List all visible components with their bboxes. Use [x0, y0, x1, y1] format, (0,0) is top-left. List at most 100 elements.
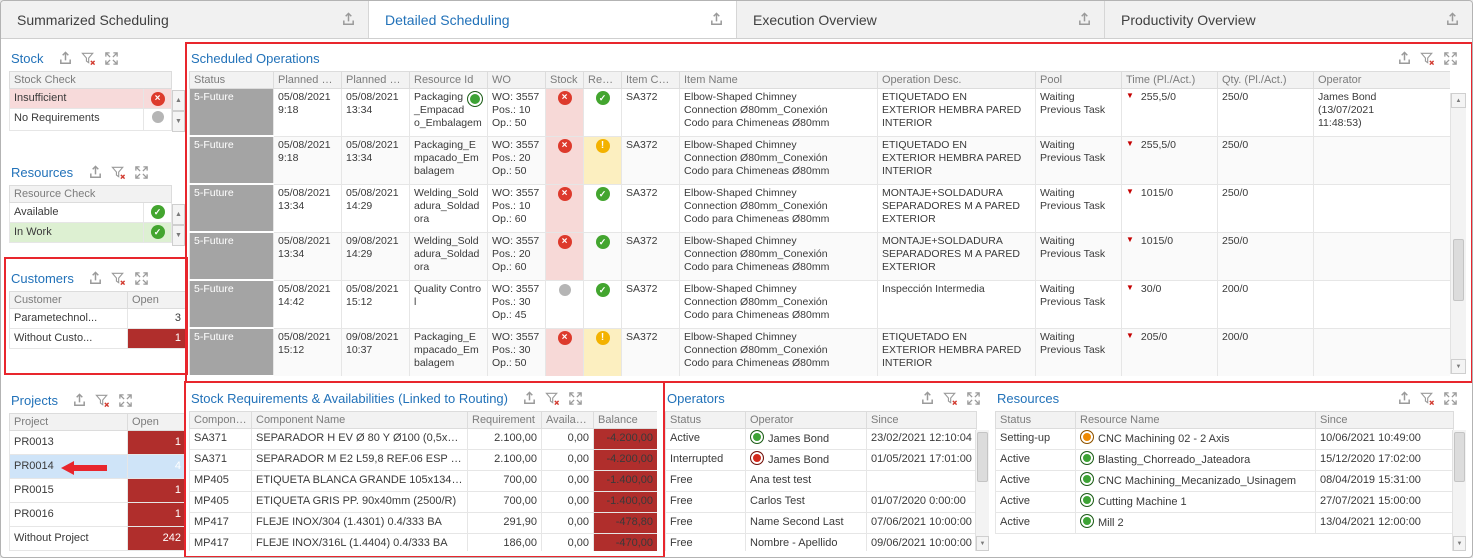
filter-icon[interactable] — [545, 390, 561, 406]
scroll-down-button[interactable] — [1453, 536, 1466, 551]
maximize-icon[interactable] — [134, 270, 150, 286]
projects-table: Project Open PR0013 1 PR0014 4 — [9, 413, 185, 551]
maximize-icon[interactable] — [118, 392, 134, 408]
stock-req-row[interactable]: MP417 FLEJE INOX/316L (1.4404) 0.4/333 B… — [190, 534, 658, 552]
filter-icon[interactable] — [942, 390, 958, 406]
maximize-icon[interactable] — [965, 390, 981, 406]
operation-row[interactable]: 5-Future 05/08/2021 9:18 05/08/2021 13:3… — [190, 136, 1451, 184]
operation-row[interactable]: 5-Future 05/08/2021 9:18 05/08/2021 13:3… — [190, 89, 1451, 137]
project-row[interactable]: PR0014 4 — [10, 455, 186, 479]
stock-check-row[interactable]: No Requirements — [10, 109, 172, 131]
stock-check-row[interactable]: Insufficient — [10, 89, 172, 109]
resource-row[interactable]: Active Cutting Machine 1 27/07/2021 15:0… — [996, 492, 1454, 513]
resource-check-row[interactable]: Available — [10, 203, 172, 223]
project-open-count: 242 — [128, 527, 186, 551]
component-code: MP417 — [190, 513, 252, 534]
export-icon[interactable] — [88, 270, 104, 286]
scroll-thumb[interactable] — [1454, 432, 1465, 482]
resource-row[interactable]: Setting-up CNC Machining 02 - 2 Axis 10/… — [996, 429, 1454, 450]
maximize-icon[interactable] — [133, 164, 149, 180]
operator-row[interactable]: Free Carlos Test 01/07/2020 0:00:00 — [666, 492, 977, 513]
export-icon[interactable] — [87, 164, 103, 180]
filter-icon[interactable] — [1419, 390, 1435, 406]
operation-row[interactable]: 5-Future 05/08/2021 15:12 09/08/2021 10:… — [190, 328, 1451, 376]
scroll-thumb[interactable] — [1453, 239, 1464, 301]
tab[interactable]: Execution Overview — [737, 1, 1105, 38]
operation-resource-id: Welding_Soldadura_Soldadora — [410, 184, 488, 232]
project-row[interactable]: PR0015 1 — [10, 479, 186, 503]
project-row[interactable]: PR0013 1 — [10, 431, 186, 455]
operator-row[interactable]: Interrupted James Bond 01/05/2021 17:01:… — [666, 450, 977, 471]
stock-req-row[interactable]: MP405 ETIQUETA GRIS PP. 90x40mm (2500/R)… — [190, 492, 658, 513]
operation-row[interactable]: 5-Future 05/08/2021 14:42 05/08/2021 15:… — [190, 280, 1451, 328]
filter-icon[interactable] — [110, 164, 126, 180]
operator-name: Nombre - Apellido — [750, 537, 837, 549]
scroll-down-button[interactable] — [976, 536, 989, 551]
project-row[interactable]: PR0016 1 — [10, 503, 186, 527]
scrollbar[interactable] — [1450, 93, 1466, 374]
scroll-down-button[interactable] — [172, 111, 185, 132]
scrollbar[interactable] — [172, 90, 185, 134]
export-icon[interactable] — [72, 392, 88, 408]
export-icon[interactable] — [708, 12, 724, 28]
export-icon[interactable] — [58, 50, 74, 66]
export-icon[interactable] — [1444, 12, 1460, 28]
operation-planned-start: 05/08/2021 9:18 — [274, 89, 342, 137]
tab[interactable]: Productivity Overview — [1105, 1, 1472, 38]
operator-row[interactable]: Free Nombre - Apellido 09/06/2021 10:00:… — [666, 534, 977, 552]
resource-status-icon — [1080, 472, 1094, 486]
maximize-icon[interactable] — [1442, 390, 1458, 406]
stock-req-row[interactable]: MP405 ETIQUETA BLANCA GRANDE 105x134 mm.… — [190, 471, 658, 492]
scroll-up-button[interactable] — [1451, 93, 1466, 108]
operation-row[interactable]: 5-Future 05/08/2021 13:34 05/08/2021 14:… — [190, 184, 1451, 232]
export-icon[interactable] — [1076, 12, 1092, 28]
export-icon[interactable] — [522, 390, 538, 406]
maximize-icon[interactable] — [104, 50, 120, 66]
tab[interactable]: Summarized Scheduling — [1, 1, 369, 38]
stock-panel: Stock Stock Check Insufficient No — [9, 45, 185, 141]
resource-since: 27/07/2021 15:00:00 — [1316, 492, 1454, 513]
operation-time: 1015/0 — [1122, 232, 1218, 280]
tab-label: Detailed Scheduling — [385, 12, 510, 28]
resource-row[interactable]: Active CNC Machining_Mecanizado_Usinagem… — [996, 471, 1454, 492]
resource-row[interactable]: Active Blasting_Chorreado_Jateadora 15/1… — [996, 450, 1454, 471]
filter-icon[interactable] — [95, 392, 111, 408]
resource-name: CNC Machining_Mecanizado_Usinagem — [1098, 475, 1296, 487]
tab[interactable]: Detailed Scheduling — [369, 1, 737, 38]
operation-resource-id: Quality Control — [410, 280, 488, 328]
available-value: 0,00 — [542, 471, 594, 492]
maximize-icon[interactable] — [1442, 50, 1458, 66]
export-icon[interactable] — [1396, 50, 1412, 66]
filter-icon[interactable] — [1419, 50, 1435, 66]
scrollbar[interactable] — [975, 430, 989, 551]
scroll-down-button[interactable] — [1451, 359, 1466, 374]
export-icon[interactable] — [340, 12, 356, 28]
project-row[interactable]: Without Project 242 — [10, 527, 186, 551]
scrollbar[interactable] — [172, 204, 185, 248]
stock-req-row[interactable]: MP417 FLEJE INOX/304 (1.4301) 0.4/333 BA… — [190, 513, 658, 534]
customer-row[interactable]: Without Custo... 1 — [10, 329, 186, 349]
maximize-icon[interactable] — [568, 390, 584, 406]
column-header-item-code: Item Code — [622, 72, 680, 89]
resource-row[interactable]: Active Mill 2 13/04/2021 12:00:00 — [996, 513, 1454, 534]
component-code: MP417 — [190, 534, 252, 552]
operator-row[interactable]: Active James Bond 23/02/2021 12:10:04 — [666, 429, 977, 450]
stock-req-row[interactable]: SA371 SEPARADOR H EV Ø 80 Y Ø100 (0,5x10… — [190, 429, 658, 450]
scroll-track[interactable] — [1451, 108, 1466, 359]
scroll-thumb[interactable] — [977, 432, 988, 482]
filter-icon[interactable] — [81, 50, 97, 66]
filter-icon[interactable] — [111, 270, 127, 286]
operation-row[interactable]: 5-Future 05/08/2021 13:34 09/08/2021 14:… — [190, 232, 1451, 280]
scrollbar[interactable] — [1452, 430, 1466, 551]
scroll-up-button[interactable] — [172, 204, 185, 225]
scroll-down-button[interactable] — [172, 225, 185, 246]
export-icon[interactable] — [1396, 390, 1412, 406]
customer-row[interactable]: Parametechnol... 3 — [10, 309, 186, 329]
stock-req-row[interactable]: SA371 SEPARADOR M E2 L59,8 REF.06 ESP 1.… — [190, 450, 658, 471]
resource-check-row[interactable]: In Work — [10, 223, 172, 243]
export-icon[interactable] — [919, 390, 935, 406]
operator-row[interactable]: Free Name Second Last 07/06/2021 10:00:0… — [666, 513, 977, 534]
operator-row[interactable]: Free Ana test test — [666, 471, 977, 492]
component-name: ETIQUETA GRIS PP. 90x40mm (2500/R) — [252, 492, 468, 513]
scroll-up-button[interactable] — [172, 90, 185, 111]
